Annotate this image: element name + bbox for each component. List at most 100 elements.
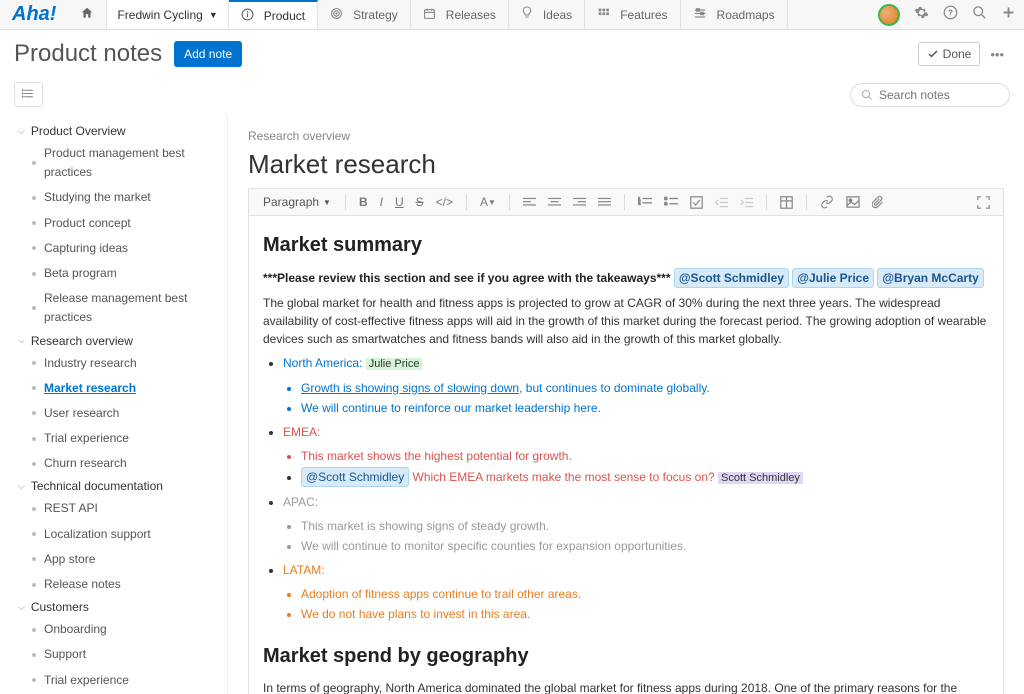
image-button[interactable]: [841, 194, 865, 210]
align-justify-button[interactable]: [593, 195, 616, 210]
mention[interactable]: @Julie Price: [792, 268, 874, 288]
tree-item[interactable]: Trial experience: [0, 426, 227, 451]
bullet-icon: [32, 361, 36, 365]
help-icon[interactable]: ?: [943, 5, 958, 24]
topnav-right: ?: [878, 4, 1024, 26]
mention[interactable]: @Bryan McCarty: [877, 268, 983, 288]
chevron-down-icon: ⌵: [18, 335, 25, 346]
secondary-bar: [0, 78, 1024, 115]
document-body[interactable]: Market summary ***Please review this sec…: [248, 216, 1004, 694]
tree-group-research-overview[interactable]: ⌵Research overview: [0, 331, 227, 351]
tree-item[interactable]: Support: [0, 642, 227, 667]
underline-button[interactable]: U: [390, 193, 409, 211]
add-icon[interactable]: [1001, 5, 1016, 24]
tree-item[interactable]: Trial experience: [0, 668, 227, 693]
inline-comment[interactable]: Julie Price: [366, 358, 423, 370]
bold-button[interactable]: B: [354, 193, 373, 211]
add-note-button[interactable]: Add note: [174, 41, 242, 67]
nav-features[interactable]: Features: [585, 0, 680, 29]
tree-item[interactable]: Release management best practices: [0, 286, 227, 330]
caret-down-icon: ▼: [209, 10, 218, 20]
search-notes[interactable]: [850, 83, 1010, 107]
check-icon: [927, 48, 939, 60]
list-view-toggle[interactable]: [14, 82, 43, 107]
tree-item[interactable]: Product concept: [0, 211, 227, 236]
bullet-icon: [32, 557, 36, 561]
align-left-button[interactable]: [518, 195, 541, 210]
tree-item[interactable]: Beta program: [0, 261, 227, 286]
nav-roadmaps[interactable]: Roadmaps: [681, 0, 788, 29]
tree-item[interactable]: User research: [0, 401, 227, 426]
tree-item[interactable]: Studying the market: [0, 185, 227, 210]
align-center-button[interactable]: [543, 195, 566, 210]
italic-button[interactable]: I: [375, 193, 388, 211]
unordered-list-button[interactable]: [659, 194, 683, 210]
tree-item[interactable]: Localization support: [0, 522, 227, 547]
tree-item[interactable]: Release notes: [0, 572, 227, 597]
bullet-icon: [32, 161, 36, 165]
tree-item[interactable]: Churn research: [0, 451, 227, 476]
tree-item[interactable]: Market research: [0, 376, 227, 401]
breadcrumb[interactable]: Research overview: [248, 129, 1004, 143]
tree-item[interactable]: Industry research: [0, 351, 227, 376]
note-editor: Research overview Market research Paragr…: [228, 115, 1024, 694]
indent-button[interactable]: [735, 195, 758, 210]
tree-group-technical-documentation[interactable]: ⌵Technical documentation: [0, 476, 227, 496]
mention[interactable]: @Scott Schmidley: [301, 467, 409, 487]
info-icon: [241, 8, 259, 24]
mention[interactable]: @Scott Schmidley: [674, 268, 789, 288]
nav-ideas[interactable]: Ideas: [509, 0, 585, 29]
gear-icon[interactable]: [914, 5, 929, 24]
top-nav: Aha! Fredwin Cycling ▼ ProductStrategyRe…: [0, 0, 1024, 30]
tree-item[interactable]: Onboarding: [0, 617, 227, 642]
notes-tree: ⌵Product OverviewProduct management best…: [0, 115, 228, 694]
checklist-button[interactable]: [685, 194, 708, 211]
geo-paragraph: In terms of geography, North America dom…: [263, 679, 989, 694]
workspace-name: Fredwin Cycling: [117, 8, 202, 22]
tree-item[interactable]: REST API: [0, 496, 227, 521]
link-button[interactable]: [815, 193, 839, 211]
brand-logo[interactable]: Aha!: [0, 3, 68, 26]
editor-toolbar: Paragraph▼ B I U S </> A ▼ 12: [248, 188, 1004, 216]
nav-product[interactable]: Product: [229, 0, 318, 29]
heading-market-summary: Market summary: [263, 230, 989, 260]
outdent-button[interactable]: [710, 195, 733, 210]
tree-group-customers[interactable]: ⌵Customers: [0, 597, 227, 617]
target-icon: [330, 7, 348, 23]
bullet-icon: [32, 532, 36, 536]
workspace-picker[interactable]: Fredwin Cycling ▼: [106, 0, 228, 29]
search-input[interactable]: [879, 88, 999, 102]
bullet-icon: [32, 246, 36, 250]
bullet-icon: [32, 386, 36, 390]
strike-button[interactable]: S: [411, 193, 429, 211]
document-title[interactable]: Market research: [248, 149, 1004, 180]
fullscreen-button[interactable]: [972, 194, 995, 211]
align-right-button[interactable]: [568, 195, 591, 210]
home-icon[interactable]: [68, 6, 106, 23]
ordered-list-button[interactable]: 12: [633, 194, 657, 210]
review-prompt: ***Please review this section and see if…: [263, 268, 989, 288]
tree-item[interactable]: Capturing ideas: [0, 236, 227, 261]
nav-releases[interactable]: Releases: [411, 0, 509, 29]
code-button[interactable]: </>: [431, 193, 458, 211]
tree-group-product-overview[interactable]: ⌵Product Overview: [0, 121, 227, 141]
search-icon[interactable]: [972, 5, 987, 24]
text-color-button[interactable]: A ▼: [475, 193, 501, 211]
attachment-button[interactable]: [867, 193, 890, 211]
bullet-icon: [32, 583, 36, 587]
search-icon: [861, 89, 873, 101]
tree-item[interactable]: Product management best practices: [0, 141, 227, 185]
inline-comment[interactable]: Scott Schmidley: [718, 472, 803, 484]
paragraph-style-dropdown[interactable]: Paragraph▼: [257, 193, 337, 211]
table-button[interactable]: [775, 194, 798, 211]
bullet-icon: [32, 678, 36, 682]
nav-strategy[interactable]: Strategy: [318, 0, 411, 29]
bulb-icon: [521, 6, 538, 23]
done-button[interactable]: Done: [918, 42, 981, 66]
user-avatar[interactable]: [878, 4, 900, 26]
tree-item[interactable]: App store: [0, 547, 227, 572]
more-actions-icon[interactable]: •••: [984, 43, 1010, 66]
bullet-icon: [32, 411, 36, 415]
page-title: Product notes: [14, 40, 162, 68]
intro-paragraph: The global market for health and fitness…: [263, 294, 989, 348]
